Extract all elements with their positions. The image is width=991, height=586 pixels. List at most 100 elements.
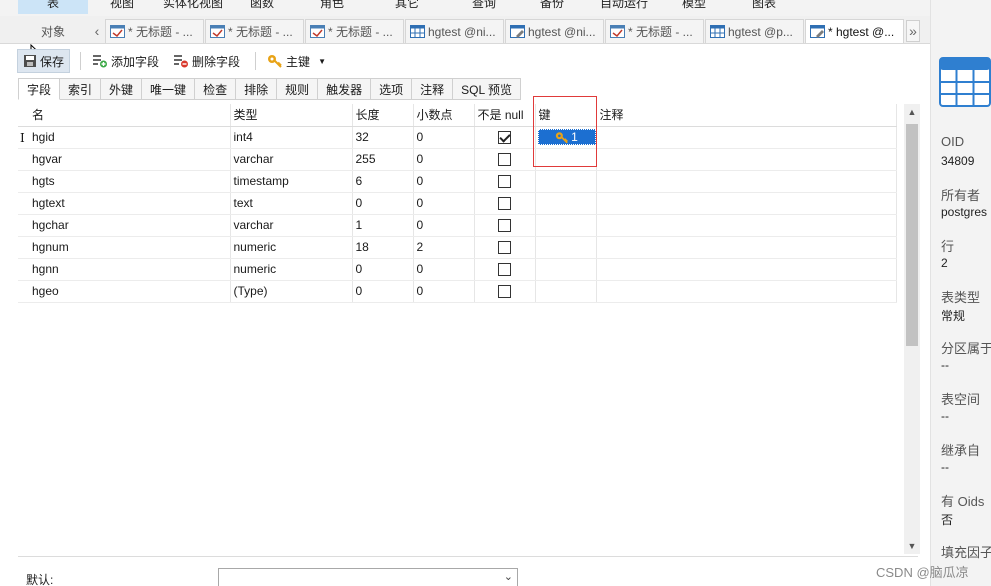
tab-hgtest-data-2[interactable]: hgtest @p... xyxy=(705,19,804,43)
menu-item-other[interactable]: 其它 xyxy=(395,0,419,14)
key-cell[interactable] xyxy=(535,236,597,259)
field-decimals-cell[interactable]: 0 xyxy=(413,258,475,281)
tab-scroll-right-icon[interactable]: » xyxy=(906,20,920,42)
not-null-cell[interactable] xyxy=(474,280,536,303)
key-cell[interactable] xyxy=(535,192,597,215)
field-name-cell[interactable]: hgnn xyxy=(18,258,231,281)
scroll-down-icon[interactable]: ▼ xyxy=(904,538,920,554)
field-decimals-cell[interactable]: 0 xyxy=(413,192,475,215)
key-cell[interactable] xyxy=(535,258,597,281)
table-row[interactable]: hgchar varchar 1 0 xyxy=(18,214,897,237)
not-null-cell[interactable] xyxy=(474,192,536,215)
field-comment-cell[interactable] xyxy=(596,148,897,171)
table-row[interactable]: hgvar varchar 255 0 xyxy=(18,148,897,171)
tab-untitled-query-1[interactable]: * 无标题 - ... xyxy=(105,19,204,43)
field-comment-cell[interactable] xyxy=(596,280,897,303)
not-null-checkbox[interactable] xyxy=(498,197,511,211)
field-decimals-cell[interactable]: 0 xyxy=(413,280,475,303)
column-header-key[interactable]: 键 xyxy=(535,104,597,127)
not-null-checkbox[interactable] xyxy=(498,263,511,277)
field-length-cell[interactable]: 32 xyxy=(352,126,414,149)
field-type-cell[interactable]: timestamp xyxy=(230,170,353,193)
column-header-length[interactable]: 长度 xyxy=(352,104,414,127)
field-type-cell[interactable]: numeric xyxy=(230,258,353,281)
not-null-cell[interactable] xyxy=(474,236,536,259)
field-length-cell[interactable]: 255 xyxy=(352,148,414,171)
field-name-cell[interactable]: hgvar xyxy=(18,148,231,171)
field-comment-cell[interactable] xyxy=(596,192,897,215)
field-type-cell[interactable]: varchar xyxy=(230,214,353,237)
field-length-cell[interactable]: 0 xyxy=(352,280,414,303)
scrollbar-thumb[interactable] xyxy=(906,124,918,346)
not-null-checkbox[interactable] xyxy=(498,285,511,299)
field-comment-cell[interactable] xyxy=(596,236,897,259)
tab-untitled-query-4[interactable]: * 无标题 - ... xyxy=(605,19,704,43)
save-button[interactable]: 保存 xyxy=(17,49,71,73)
not-null-checkbox[interactable] xyxy=(498,219,511,233)
not-null-cell[interactable] xyxy=(474,258,536,281)
field-length-cell[interactable]: 1 xyxy=(352,214,414,237)
field-name-cell[interactable]: hgeo xyxy=(18,280,231,303)
menu-item-role[interactable]: 角色 xyxy=(320,0,344,14)
subtab-options[interactable]: 选项 xyxy=(371,78,413,100)
key-cell[interactable] xyxy=(535,148,597,171)
not-null-checkbox[interactable] xyxy=(498,131,511,145)
not-null-cell[interactable] xyxy=(474,170,536,193)
subtab-comment[interactable]: 注释 xyxy=(412,78,454,100)
column-header-not-null[interactable]: 不是 null xyxy=(474,104,536,127)
field-decimals-cell[interactable]: 0 xyxy=(413,148,475,171)
primary-key-indicator[interactable]: 1 xyxy=(537,129,595,145)
column-header-name[interactable]: 名 xyxy=(18,104,231,127)
table-row[interactable]: hgid int4 32 0 1 xyxy=(18,126,897,149)
field-type-cell[interactable]: (Type) xyxy=(230,280,353,303)
field-decimals-cell[interactable]: 0 xyxy=(413,214,475,237)
field-name-cell[interactable]: hgtext xyxy=(18,192,231,215)
key-cell[interactable] xyxy=(535,170,597,193)
field-name-cell[interactable]: hgnum xyxy=(18,236,231,259)
menu-item-query[interactable]: 查询 xyxy=(472,0,496,14)
column-header-decimals[interactable]: 小数点 xyxy=(413,104,475,127)
tab-untitled-query-3[interactable]: * 无标题 - ... xyxy=(305,19,404,43)
menu-item-materialized-view[interactable]: 实体化视图 xyxy=(163,0,223,14)
field-type-cell[interactable]: int4 xyxy=(230,126,353,149)
field-decimals-cell[interactable]: 0 xyxy=(413,126,475,149)
menu-item-automation[interactable]: 自动运行 xyxy=(600,0,648,14)
field-decimals-cell[interactable]: 0 xyxy=(413,170,475,193)
menu-item-table[interactable]: 表 xyxy=(18,0,88,14)
key-cell[interactable] xyxy=(535,214,597,237)
not-null-cell[interactable] xyxy=(474,214,536,237)
tab-objects[interactable]: 对象 xyxy=(18,19,88,43)
tab-hgtest-data-1[interactable]: hgtest @ni... xyxy=(405,19,504,43)
subtab-sql-preview[interactable]: SQL 预览 xyxy=(453,78,522,100)
menu-item-function[interactable]: 函数 xyxy=(250,0,274,14)
tab-hgtest-design-active[interactable]: * hgtest @... xyxy=(805,19,904,43)
field-comment-cell[interactable] xyxy=(596,214,897,237)
table-row[interactable]: hgeo (Type) 0 0 xyxy=(18,280,897,303)
field-type-cell[interactable]: numeric xyxy=(230,236,353,259)
field-length-cell[interactable]: 0 xyxy=(352,192,414,215)
tab-untitled-query-2[interactable]: * 无标题 - ... xyxy=(205,19,304,43)
subtab-indexes[interactable]: 索引 xyxy=(60,78,102,100)
primary-key-dropdown-icon[interactable]: ▼ xyxy=(318,57,326,66)
key-cell[interactable] xyxy=(535,280,597,303)
subtab-foreign-keys[interactable]: 外键 xyxy=(101,78,143,100)
field-type-cell[interactable]: varchar xyxy=(230,148,353,171)
field-length-cell[interactable]: 18 xyxy=(352,236,414,259)
not-null-checkbox[interactable] xyxy=(498,153,511,167)
column-header-comment[interactable]: 注释 xyxy=(596,104,897,127)
table-row[interactable]: hgnum numeric 18 2 xyxy=(18,236,897,259)
tab-scroll-left-icon[interactable]: ‹ xyxy=(90,20,104,42)
column-header-type[interactable]: 类型 xyxy=(230,104,353,127)
menu-item-backup[interactable]: 备份 xyxy=(540,0,564,14)
scroll-up-icon[interactable]: ▲ xyxy=(904,104,920,120)
field-name-cell[interactable]: hgid xyxy=(18,126,231,149)
field-name-cell[interactable]: hgts xyxy=(18,170,231,193)
table-row[interactable]: hgts timestamp 6 0 xyxy=(18,170,897,193)
not-null-cell[interactable] xyxy=(474,148,536,171)
add-field-button[interactable]: 添加字段 xyxy=(87,49,164,73)
menu-item-model[interactable]: 模型 xyxy=(682,0,706,14)
field-name-cell[interactable]: hgchar xyxy=(18,214,231,237)
field-length-cell[interactable]: 0 xyxy=(352,258,414,281)
menu-item-view[interactable]: 视图 xyxy=(110,0,134,14)
field-type-cell[interactable]: text xyxy=(230,192,353,215)
